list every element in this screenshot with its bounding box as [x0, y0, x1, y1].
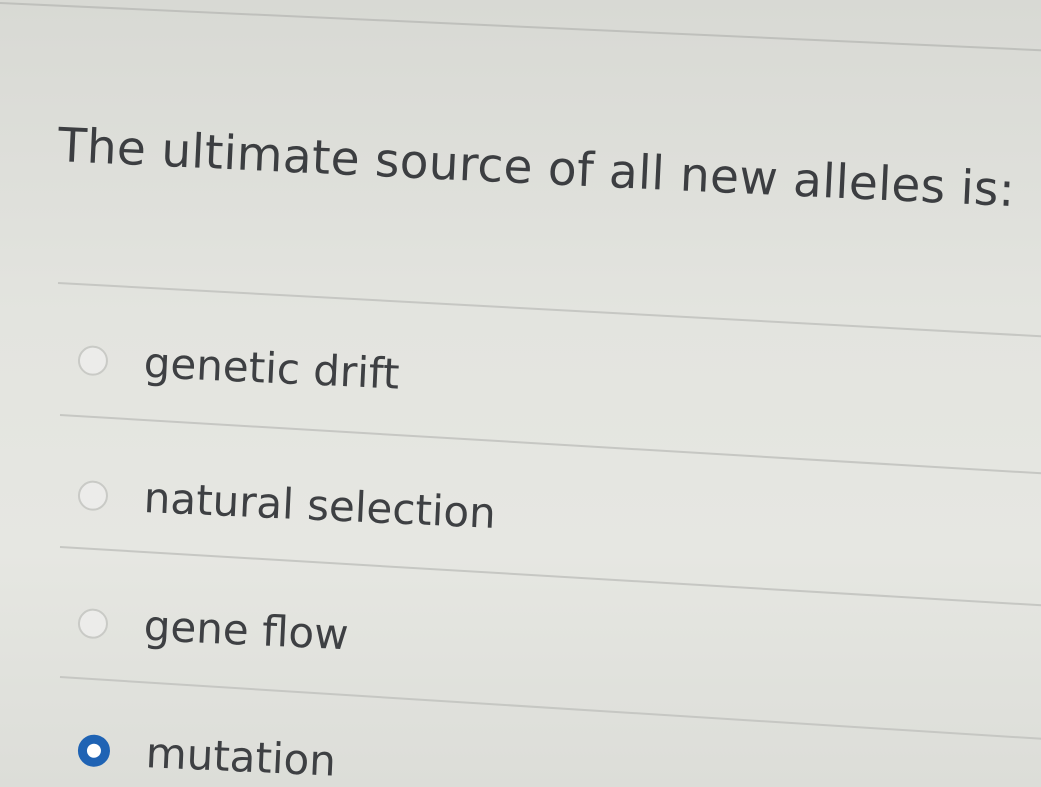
option-label: mutation — [144, 728, 338, 786]
option-label: natural selection — [142, 473, 497, 538]
radio-button-selected[interactable] — [77, 733, 111, 767]
option-gene-flow[interactable]: gene flow — [77, 598, 350, 659]
radio-button-unselected[interactable] — [77, 344, 109, 376]
option-label: genetic drift — [142, 338, 401, 399]
divider — [59, 546, 1041, 608]
option-natural-selection[interactable]: natural selection — [77, 470, 497, 538]
divider — [57, 282, 1041, 339]
divider — [59, 414, 1041, 476]
radio-button-unselected[interactable] — [77, 607, 109, 639]
quiz-question-panel: The ultimate source of all new alleles i… — [0, 0, 1041, 787]
option-label: gene flow — [142, 601, 350, 660]
question-text: The ultimate source of all new alleles i… — [56, 118, 1017, 219]
radio-button-unselected[interactable] — [77, 479, 109, 511]
top-divider — [0, 2, 1041, 53]
option-genetic-drift[interactable]: genetic drift — [77, 335, 401, 399]
option-mutation[interactable]: mutation — [77, 725, 337, 786]
